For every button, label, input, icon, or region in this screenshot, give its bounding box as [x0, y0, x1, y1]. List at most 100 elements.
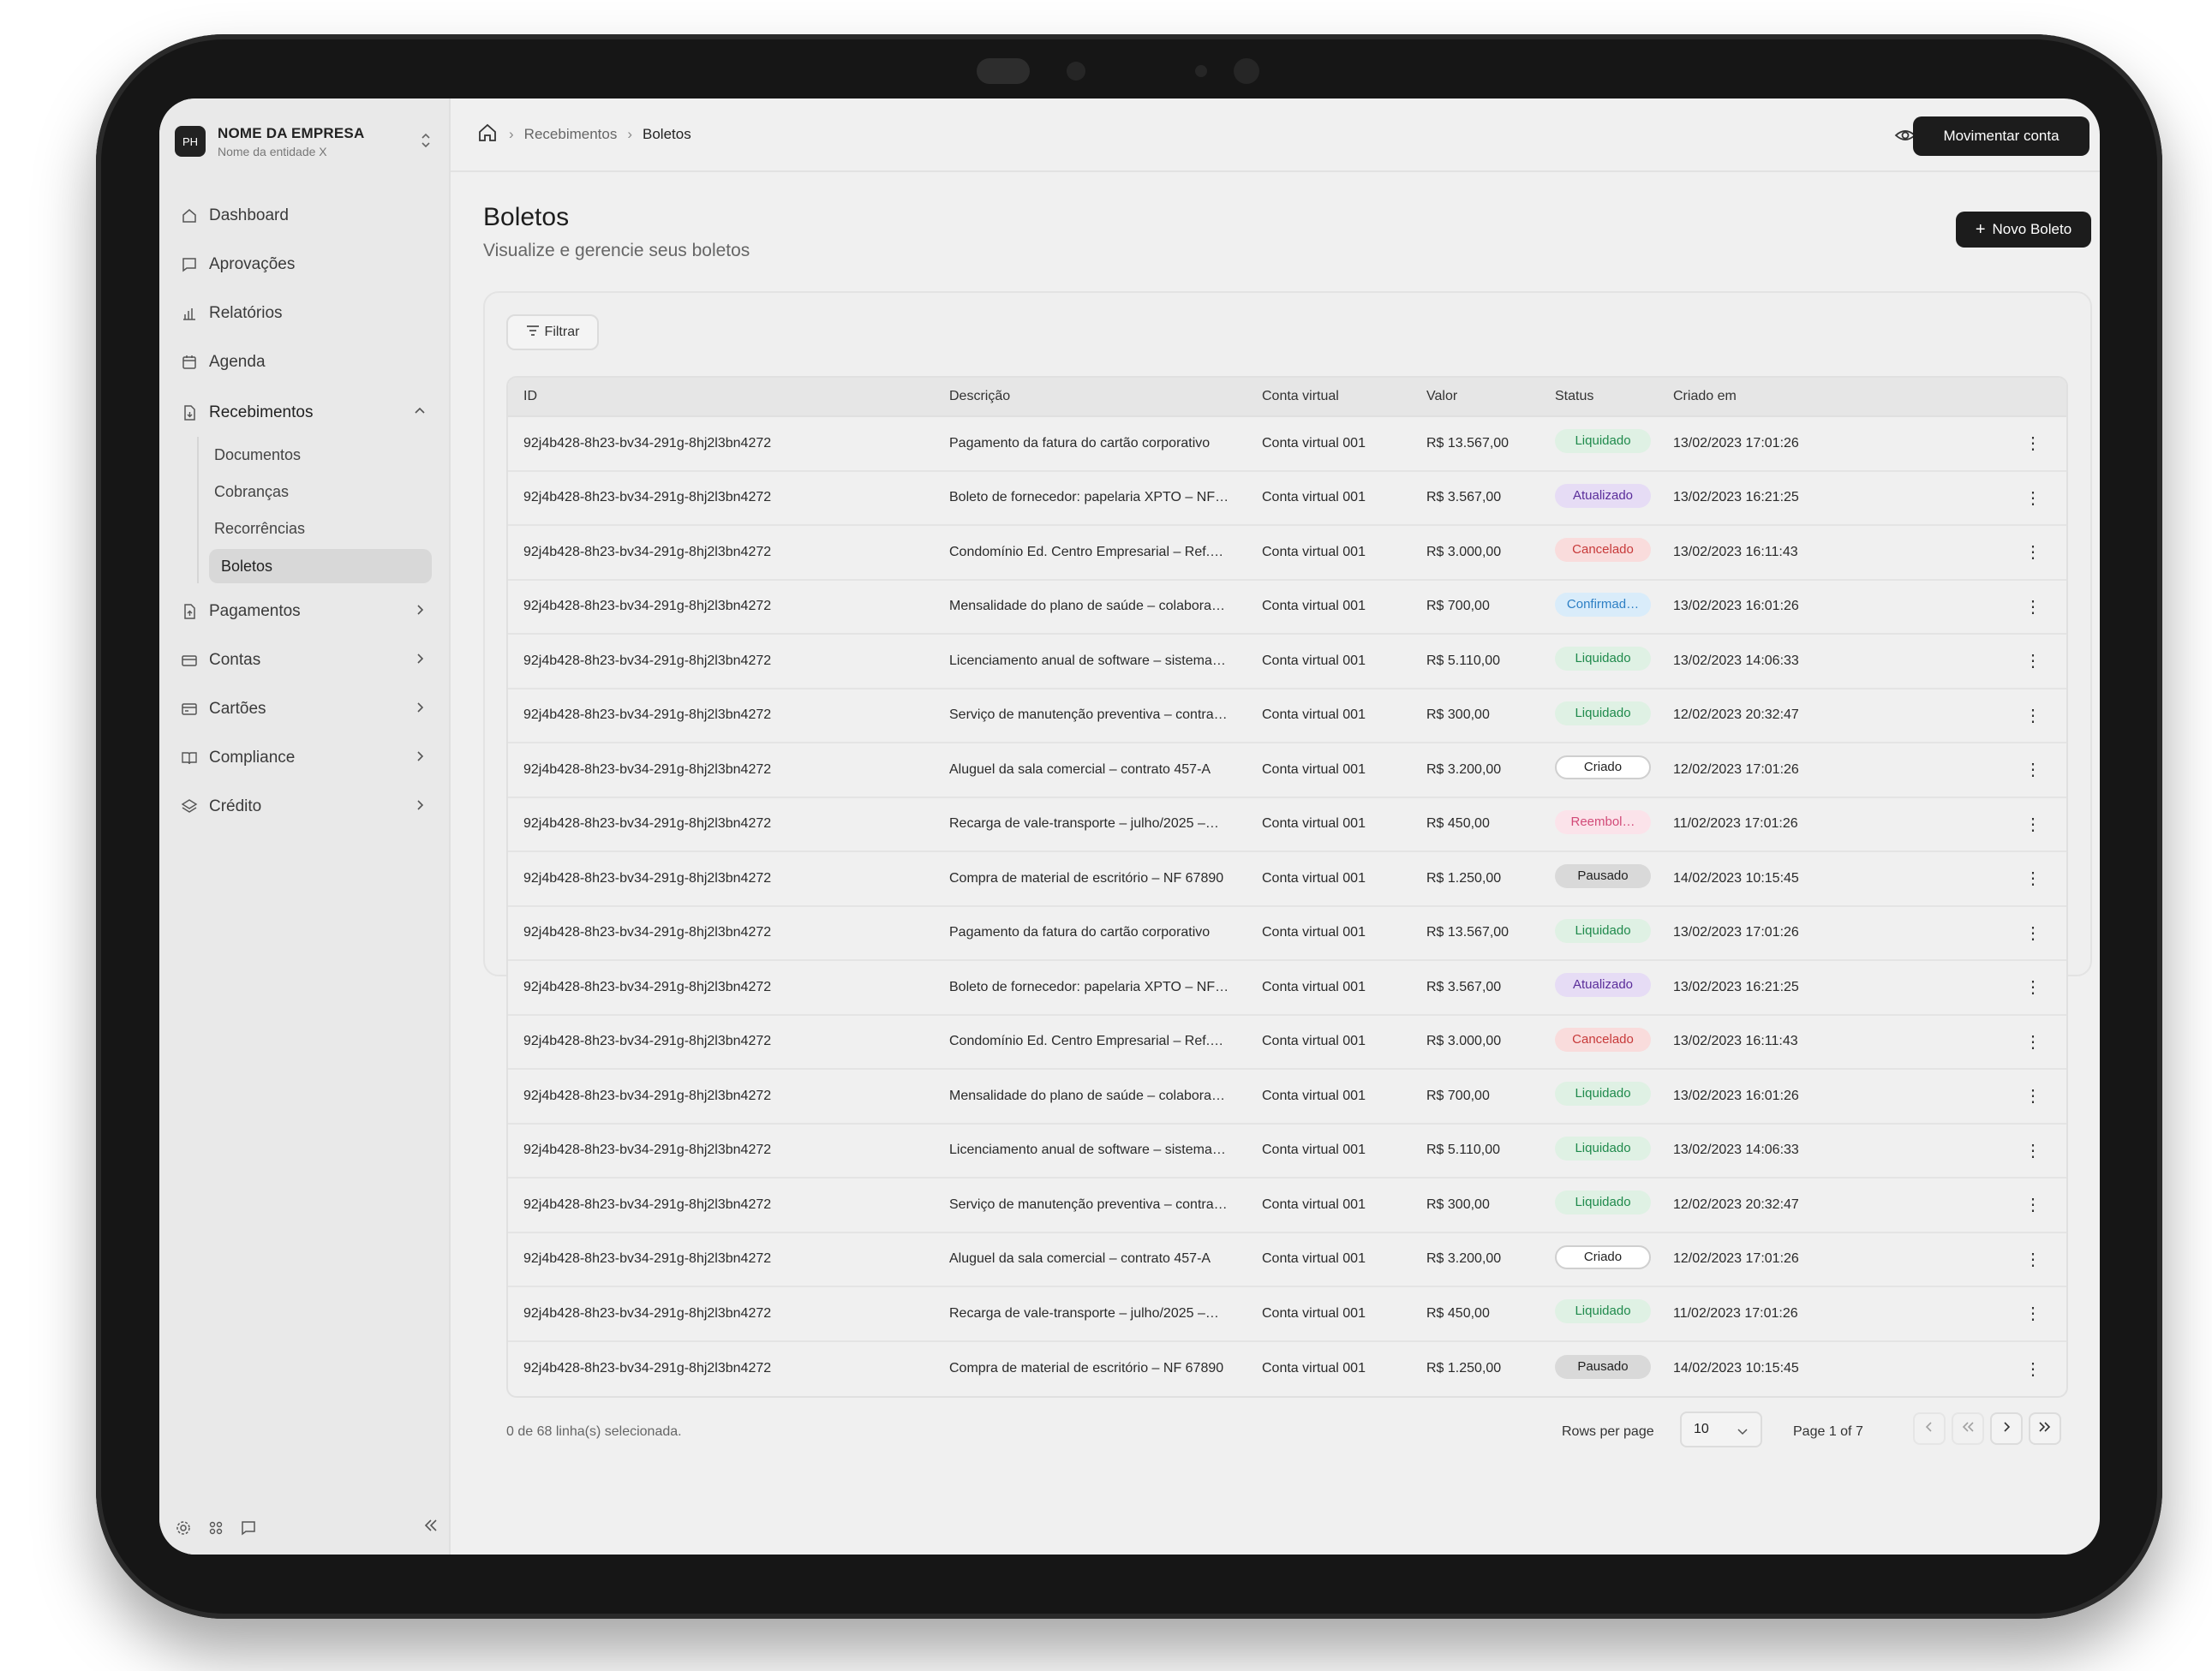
- sidebar-item-aprovacoes[interactable]: Aprovações: [168, 240, 442, 289]
- org-switcher[interactable]: PH NOME DA EMPRESA Nome da entidade X: [168, 114, 442, 169]
- row-menu-icon[interactable]: ⋮: [2007, 596, 2059, 618]
- row-menu-icon[interactable]: ⋮: [2007, 705, 2059, 726]
- table-row[interactable]: 92j4b428-8h23-bv34-291g-8hj2l3bn4272 Paga…: [508, 417, 2066, 472]
- table-row[interactable]: 92j4b428-8h23-bv34-291g-8hj2l3bn4272 Serv…: [508, 1179, 2066, 1233]
- first-page-button[interactable]: [1952, 1412, 1984, 1445]
- row-menu-icon[interactable]: ⋮: [2007, 1358, 2059, 1380]
- cell-conta: Conta virtual 001: [1262, 979, 1366, 994]
- cell-status: Pausado: [1555, 1354, 1673, 1383]
- apps-icon[interactable]: [206, 1518, 226, 1538]
- table-row[interactable]: 92j4b428-8h23-bv34-291g-8hj2l3bn4272 Lice…: [508, 635, 2066, 689]
- cell-status: Reembol…: [1555, 809, 1673, 838]
- cell-status: Cancelado: [1555, 1027, 1673, 1056]
- last-page-button[interactable]: [2029, 1412, 2061, 1445]
- cell-valor: R$ 300,00: [1426, 1197, 1490, 1212]
- movimentar-conta-button[interactable]: Movimentar conta: [1913, 116, 2089, 156]
- row-menu-icon[interactable]: ⋮: [2007, 650, 2059, 671]
- sidebar-subitem-documentos[interactable]: Documentos: [199, 437, 442, 474]
- row-menu-icon[interactable]: ⋮: [2007, 814, 2059, 835]
- status-badge: Liquidado: [1555, 1136, 1651, 1161]
- novo-boleto-label: Novo Boleto: [1992, 221, 2072, 237]
- sidebar-item-cartoes[interactable]: Cartões: [168, 684, 442, 733]
- row-menu-icon[interactable]: ⋮: [2007, 759, 2059, 780]
- row-menu-icon[interactable]: ⋮: [2007, 433, 2059, 454]
- cell-valor: R$ 5.110,00: [1426, 1143, 1500, 1158]
- table-row[interactable]: 92j4b428-8h23-bv34-291g-8hj2l3bn4272 Paga…: [508, 907, 2066, 961]
- row-menu-icon[interactable]: ⋮: [2007, 1031, 2059, 1053]
- column-header-conta[interactable]: Conta virtual: [1262, 389, 1426, 404]
- cell-valor: R$ 700,00: [1426, 1088, 1490, 1103]
- row-menu-icon[interactable]: ⋮: [2007, 541, 2059, 563]
- sidebar-subitem-boletos[interactable]: Boletos: [209, 549, 432, 583]
- sidebar-item-recebimentos[interactable]: Recebimentos: [168, 388, 442, 437]
- novo-boleto-button[interactable]: + Novo Boleto: [1956, 212, 2091, 248]
- sidebar-subitem-cobrancas[interactable]: Cobranças: [199, 474, 442, 510]
- table-row[interactable]: 92j4b428-8h23-bv34-291g-8hj2l3bn4272 Comp…: [508, 1342, 2066, 1397]
- cell-status: Liquidado: [1555, 701, 1673, 730]
- sidebar-item-credito[interactable]: Crédito: [168, 782, 442, 831]
- column-header-id[interactable]: ID: [508, 389, 949, 404]
- camera-lens-2: [1234, 58, 1259, 84]
- org-entity: Nome da entidade X: [218, 144, 327, 158]
- filter-button[interactable]: Filtrar: [506, 314, 599, 350]
- table-row[interactable]: 92j4b428-8h23-bv34-291g-8hj2l3bn4272 Cond…: [508, 526, 2066, 581]
- sidebar-item-label: Relatórios: [209, 303, 283, 322]
- sidebar-subitem-recorrencias[interactable]: Recorrências: [199, 510, 442, 547]
- breadcrumb-recebimentos[interactable]: Recebimentos: [524, 126, 618, 143]
- cell-descricao: Condomínio Ed. Centro Empresarial – Ref.…: [949, 1034, 1224, 1049]
- table-row[interactable]: 92j4b428-8h23-bv34-291g-8hj2l3bn4272 Reca…: [508, 798, 2066, 852]
- table-row[interactable]: 92j4b428-8h23-bv34-291g-8hj2l3bn4272 Comp…: [508, 852, 2066, 907]
- table-row[interactable]: 92j4b428-8h23-bv34-291g-8hj2l3bn4272 Reca…: [508, 1287, 2066, 1342]
- sidebar-item-contas[interactable]: Contas: [168, 636, 442, 684]
- row-menu-icon[interactable]: ⋮: [2007, 1140, 2059, 1161]
- next-page-button[interactable]: [1990, 1412, 2023, 1445]
- sidebar-item-relatorios[interactable]: Relatórios: [168, 289, 442, 337]
- cell-status: Atualizado: [1555, 483, 1673, 512]
- sidebar-item-dashboard[interactable]: Dashboard: [168, 191, 442, 240]
- table-row[interactable]: 92j4b428-8h23-bv34-291g-8hj2l3bn4272 Cond…: [508, 1016, 2066, 1070]
- table-row[interactable]: 92j4b428-8h23-bv34-291g-8hj2l3bn4272 Alug…: [508, 1233, 2066, 1287]
- settings-icon[interactable]: [173, 1518, 194, 1538]
- row-menu-icon[interactable]: ⋮: [2007, 1085, 2059, 1107]
- cell-descricao: Boleto de fornecedor: papelaria XPTO – N…: [949, 979, 1229, 994]
- column-header-valor[interactable]: Valor: [1426, 389, 1555, 404]
- row-menu-icon[interactable]: ⋮: [2007, 487, 2059, 509]
- sidebar-item-compliance[interactable]: Compliance: [168, 733, 442, 782]
- status-badge: Liquidado: [1555, 701, 1651, 725]
- row-menu-icon[interactable]: ⋮: [2007, 1194, 2059, 1215]
- cell-id: 92j4b428-8h23-bv34-291g-8hj2l3bn4272: [523, 653, 772, 668]
- row-menu-icon[interactable]: ⋮: [2007, 1303, 2059, 1324]
- camera-lens: [1067, 62, 1085, 81]
- table-row[interactable]: 92j4b428-8h23-bv34-291g-8hj2l3bn4272 Bole…: [508, 961, 2066, 1016]
- filter-label: Filtrar: [544, 325, 580, 339]
- table-row[interactable]: 92j4b428-8h23-bv34-291g-8hj2l3bn4272 Mens…: [508, 1070, 2066, 1125]
- row-menu-icon[interactable]: ⋮: [2007, 922, 2059, 944]
- status-badge: Atualizado: [1555, 483, 1651, 508]
- collapse-sidebar-icon[interactable]: [421, 1516, 440, 1539]
- cell-criado-em: 13/02/2023 17:01:26: [1673, 925, 1799, 940]
- chevron-up-down-icon: [420, 131, 432, 152]
- sidebar-item-agenda[interactable]: Agenda: [168, 337, 442, 386]
- status-badge: Liquidado: [1555, 429, 1651, 454]
- sidebar-item-label: Recebimentos: [209, 403, 314, 421]
- previous-page-button[interactable]: [1913, 1412, 1946, 1445]
- column-header-criado[interactable]: Criado em: [1673, 389, 2007, 404]
- row-menu-icon[interactable]: ⋮: [2007, 868, 2059, 889]
- table-row[interactable]: 92j4b428-8h23-bv34-291g-8hj2l3bn4272 Alug…: [508, 743, 2066, 798]
- column-header-status[interactable]: Status: [1555, 389, 1673, 404]
- sidebar-item-pagamentos[interactable]: Pagamentos: [168, 587, 442, 636]
- table-row[interactable]: 92j4b428-8h23-bv34-291g-8hj2l3bn4272 Mens…: [508, 581, 2066, 635]
- table-row[interactable]: 92j4b428-8h23-bv34-291g-8hj2l3bn4272 Serv…: [508, 689, 2066, 743]
- chat-icon[interactable]: [238, 1518, 259, 1538]
- row-menu-icon[interactable]: ⋮: [2007, 976, 2059, 998]
- table-row[interactable]: 92j4b428-8h23-bv34-291g-8hj2l3bn4272 Lice…: [508, 1125, 2066, 1179]
- sidebar-item-label: Agenda: [209, 352, 266, 371]
- table-row[interactable]: 92j4b428-8h23-bv34-291g-8hj2l3bn4272 Bole…: [508, 472, 2066, 526]
- column-header-descricao[interactable]: Descrição: [949, 389, 1262, 404]
- row-menu-icon[interactable]: ⋮: [2007, 1249, 2059, 1270]
- cell-criado-em: 12/02/2023 20:32:47: [1673, 1197, 1799, 1212]
- cell-valor: R$ 1.250,00: [1426, 870, 1502, 886]
- home-icon[interactable]: [476, 122, 499, 148]
- rows-per-page-select[interactable]: 10: [1680, 1411, 1762, 1447]
- status-badge: Liquidado: [1555, 1299, 1651, 1324]
